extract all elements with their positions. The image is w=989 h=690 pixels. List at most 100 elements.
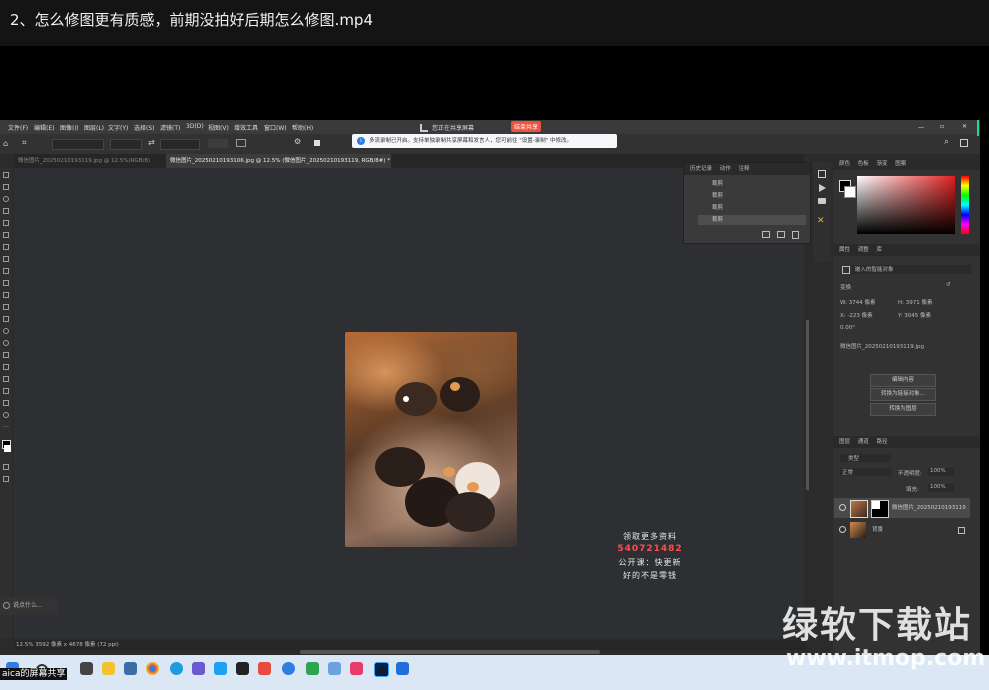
comment-icon[interactable]	[818, 198, 826, 204]
trash-icon[interactable]	[792, 231, 799, 239]
brush-tool-icon[interactable]	[3, 268, 9, 274]
clear-button[interactable]	[208, 139, 228, 148]
eye-icon[interactable]	[839, 504, 846, 511]
blend-mode-select[interactable]: 正常	[840, 468, 892, 476]
app-icon[interactable]	[396, 662, 409, 675]
menu-file[interactable]: 文件(F)	[8, 123, 28, 132]
reset-icon[interactable]: ↺	[946, 282, 951, 288]
zoom-tool-icon[interactable]	[3, 412, 9, 418]
file-explorer-icon[interactable]	[102, 662, 115, 675]
tab-paths[interactable]: 路径	[877, 439, 888, 445]
quick-select-tool-icon[interactable]	[3, 208, 9, 214]
minimize-icon[interactable]: —	[918, 124, 924, 131]
app-icon[interactable]	[258, 662, 271, 675]
menu-layer[interactable]: 图层(L)	[84, 123, 104, 132]
snapshot-icon[interactable]	[762, 231, 770, 238]
blur-tool-icon[interactable]	[3, 328, 9, 334]
workspace-icon[interactable]	[960, 139, 968, 147]
pen-tool-icon[interactable]	[3, 352, 9, 358]
tab-notes[interactable]: 注释	[739, 166, 750, 172]
layer-filter-select[interactable]: 类型	[840, 454, 890, 462]
tab-layers[interactable]: 图层	[839, 439, 850, 445]
background-color-swatch[interactable]	[4, 445, 11, 452]
tab-document-2[interactable]: 微信图片_20250210193106.jpg @ 12.5% (微信图片_20…	[166, 154, 391, 168]
background-color[interactable]	[844, 186, 856, 198]
ratio-width-input[interactable]	[110, 139, 142, 150]
app-icon[interactable]	[282, 662, 295, 675]
frame-tool-icon[interactable]	[3, 232, 9, 238]
tab-patterns[interactable]: 图案	[895, 161, 906, 167]
healing-tool-icon[interactable]	[3, 256, 9, 262]
straighten-icon[interactable]	[236, 139, 246, 147]
stamp-tool-icon[interactable]	[3, 280, 9, 286]
x-field[interactable]: X: -223 像素	[840, 311, 873, 319]
close-icon[interactable]: ✕	[962, 123, 967, 130]
menu-select[interactable]: 选择(S)	[134, 123, 155, 132]
ratio-select[interactable]	[52, 139, 104, 150]
tab-channels[interactable]: 通道	[858, 439, 869, 445]
lasso-tool-icon[interactable]	[3, 196, 9, 202]
move-tool-icon[interactable]	[3, 172, 9, 178]
tab-actions[interactable]: 动作	[720, 166, 731, 172]
app-icon[interactable]	[236, 662, 249, 675]
app-icon[interactable]	[192, 662, 205, 675]
edit-contents-button[interactable]: 编辑内容	[870, 374, 936, 387]
convert-to-layers-button[interactable]: 转换为图层	[870, 403, 936, 416]
camera-icon[interactable]	[777, 231, 785, 238]
delete-cropped-checkbox[interactable]	[314, 140, 320, 146]
maximize-icon[interactable]: ▫	[940, 123, 944, 130]
swap-icon[interactable]: ⇄	[148, 138, 155, 147]
height-field[interactable]: H: 3971 像素	[898, 298, 932, 306]
history-item[interactable]: 裁剪	[698, 203, 806, 213]
eraser-tool-icon[interactable]	[3, 304, 9, 310]
shape-tool-icon[interactable]	[3, 388, 9, 394]
hand-tool-icon[interactable]	[3, 400, 9, 406]
dodge-tool-icon[interactable]	[3, 340, 9, 346]
home-icon[interactable]: ⌂	[3, 139, 8, 148]
vertical-scrollbar[interactable]	[806, 320, 809, 490]
history-item-selected[interactable]: 裁剪	[698, 215, 806, 225]
menu-filter[interactable]: 滤镜(T)	[160, 123, 180, 132]
crop-tool-icon[interactable]	[3, 220, 9, 226]
menu-view[interactable]: 视图(V)	[208, 123, 229, 132]
marquee-tool-icon[interactable]	[3, 184, 9, 190]
app-icon[interactable]	[328, 662, 341, 675]
menu-type[interactable]: 文字(Y)	[108, 123, 128, 132]
task-view-icon[interactable]	[80, 662, 93, 675]
history-brush-tool-icon[interactable]	[3, 292, 9, 298]
history-item[interactable]: 裁剪	[698, 191, 806, 201]
ratio-height-input[interactable]	[160, 139, 200, 150]
chrome-icon[interactable]	[146, 662, 159, 675]
end-share-button[interactable]: 结束共享	[511, 121, 542, 132]
layer-row-background[interactable]: 背景	[834, 520, 970, 540]
eyedropper-tool-icon[interactable]	[3, 244, 9, 250]
tab-libraries[interactable]: 库	[877, 247, 883, 253]
menu-3d[interactable]: 3D(D)	[186, 123, 204, 130]
screen-mode-icon[interactable]	[3, 476, 9, 482]
history-panel-icon[interactable]	[818, 170, 826, 178]
tab-color[interactable]: 颜色	[839, 161, 850, 167]
width-field[interactable]: W: 3744 像素	[840, 298, 875, 306]
wechat-icon[interactable]	[306, 662, 319, 675]
tab-gradients[interactable]: 渐变	[877, 161, 888, 167]
menu-edit[interactable]: 编辑(E)	[34, 123, 54, 132]
fill-input[interactable]: 100%	[928, 484, 954, 492]
menu-plugins[interactable]: 增效工具	[234, 123, 258, 132]
gradient-tool-icon[interactable]	[3, 316, 9, 322]
opacity-input[interactable]: 100%	[928, 468, 954, 476]
play-icon[interactable]	[819, 184, 826, 192]
edge-icon[interactable]	[170, 662, 183, 675]
tab-swatches[interactable]: 色板	[858, 161, 869, 167]
app-icon[interactable]	[214, 662, 227, 675]
history-item[interactable]: 裁剪	[698, 179, 806, 189]
photoshop-icon[interactable]	[374, 662, 389, 677]
y-field[interactable]: Y: 3045 像素	[898, 311, 931, 319]
angle-field[interactable]: 0.00°	[840, 325, 855, 331]
gear-icon[interactable]: ⚙	[294, 137, 301, 146]
search-icon[interactable]: ⌕	[944, 137, 949, 147]
quick-mask-icon[interactable]	[3, 464, 9, 470]
app-icon[interactable]	[350, 662, 363, 675]
chat-input[interactable]: 说点什么...	[0, 597, 58, 615]
menu-help[interactable]: 帮助(H)	[292, 123, 313, 132]
horizontal-scrollbar[interactable]	[300, 650, 600, 654]
